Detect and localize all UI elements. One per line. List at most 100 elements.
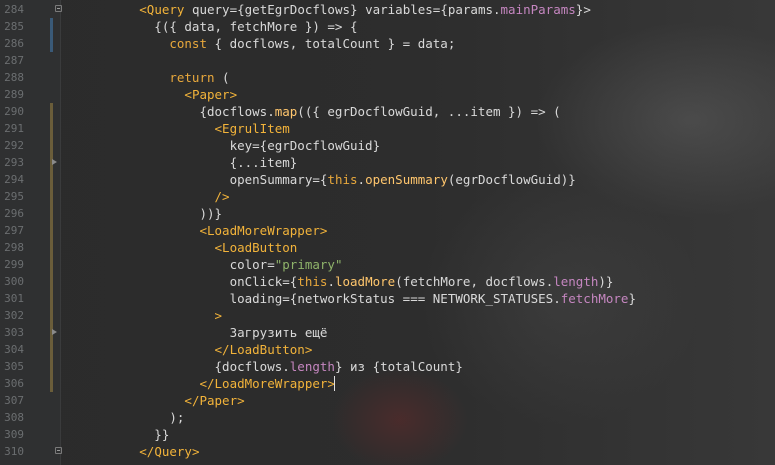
line-number: 292 [4,139,24,152]
code-line[interactable]: 285 {({ data, fetchMore }) => { [0,18,775,35]
code-text: openSummary={this.openSummary(egrDocflow… [64,171,576,188]
code-line[interactable]: 297 <LoadMoreWrapper> [0,222,775,239]
code-token: ); [64,410,185,425]
line-number: 286 [4,37,24,50]
change-marker[interactable] [50,35,53,52]
change-marker[interactable] [50,18,53,35]
code-line[interactable]: 295 /> [0,188,775,205]
code-token: {docflows. [64,104,275,119]
code-token: . [327,274,335,289]
change-marker[interactable] [50,171,53,188]
line-number: 297 [4,224,24,237]
code-token: } [628,291,636,306]
code-text: <LoadButton [64,239,298,256]
code-line[interactable]: 288 return ( [0,69,775,86]
code-token: variables [365,2,433,17]
line-number: 285 [4,20,24,33]
code-token: /> [214,189,230,204]
code-line[interactable]: 309 }} [0,426,775,443]
code-token: onClick [229,274,283,289]
code-line[interactable]: 287 [0,52,775,69]
code-line[interactable]: 301 loading={networkStatus === NETWORK_S… [0,290,775,307]
change-marker[interactable] [50,307,53,324]
code-line[interactable]: 306 </LoadMoreWrapper> [0,375,775,392]
code-line[interactable]: 284 <Query query={getEgrDocflows} variab… [0,1,775,18]
code-token: . [357,172,366,187]
code-token: length [553,274,599,289]
code-line[interactable]: 286 const { docflows, totalCount } = dat… [0,35,775,52]
code-token: this [327,172,358,187]
code-token: return [169,70,215,85]
line-number: 291 [4,122,24,135]
code-line[interactable]: 291 <EgrulItem [0,120,775,137]
change-marker[interactable] [50,375,53,392]
line-number: 299 [4,258,24,271]
change-marker[interactable] [50,137,53,154]
code-text: {...item} [64,154,298,171]
code-line[interactable]: 307 </Paper> [0,392,775,409]
fold-toggle-icon[interactable] [55,447,62,454]
gutter-arrow-icon[interactable] [52,329,57,335]
code-token: { docflows, totalCount } = data; [207,36,456,51]
code-text: key={egrDocflowGuid} [64,137,381,154]
code-line[interactable]: 302 > [0,307,775,324]
code-token: <LoadButton [214,240,298,255]
change-marker[interactable] [50,358,53,375]
gutter-arrow-icon[interactable] [52,159,57,165]
change-marker[interactable] [50,205,53,222]
code-text: <Paper> [64,86,237,103]
line-number: 305 [4,360,24,373]
code-line[interactable]: 290 {docflows.map(({ egrDocflowGuid, ...… [0,103,775,120]
change-marker[interactable] [50,290,53,307]
code-token: }> [575,2,591,17]
code-text: </Paper> [64,392,244,409]
code-line[interactable]: 303 Загрузить ещё [0,324,775,341]
change-marker[interactable] [50,239,53,256]
text-caret [333,376,335,391]
change-marker[interactable] [50,341,53,358]
change-marker[interactable] [50,120,53,137]
change-marker[interactable] [50,103,53,120]
fold-toggle-icon[interactable] [55,5,62,12]
code-line[interactable]: 308 ); [0,409,775,426]
change-marker[interactable] [50,222,53,239]
code-token: const [169,36,207,51]
change-marker[interactable] [50,188,53,205]
line-number: 293 [4,156,24,169]
code-token: mainParams [500,2,576,17]
code-text: const { docflows, totalCount } = data; [64,35,455,52]
code-line[interactable]: 294 openSummary={this.openSummary(egrDoc… [0,171,775,188]
code-token: this [297,274,328,289]
code-line[interactable]: 305 {docflows.length} из {totalCount} [0,358,775,375]
code-line[interactable]: 304 </LoadButton> [0,341,775,358]
code-line[interactable]: 296 ))} [0,205,775,222]
code-token: openSummary [365,172,448,187]
code-line[interactable]: 289 <Paper> [0,86,775,103]
code-token: }} [64,427,170,442]
code-editor[interactable]: 284 <Query query={getEgrDocflows} variab… [0,0,775,465]
code-line[interactable]: 292 key={egrDocflowGuid} [0,137,775,154]
code-text: }} [64,426,169,443]
code-line[interactable]: 298 <LoadButton [0,239,775,256]
code-token: fetchMore [560,291,629,306]
change-marker[interactable] [50,273,53,290]
code-line[interactable]: 310 </Query> [0,443,775,460]
code-line[interactable]: 293 {...item} [0,154,775,171]
code-line[interactable]: 300 onClick={this.loadMore(fetchMore, do… [0,273,775,290]
code-token: <Query [139,2,185,17]
change-marker[interactable] [50,256,53,273]
code-token: ={ [312,172,328,187]
code-line[interactable]: 299 color="primary" [0,256,775,273]
code-text: color="primary" [64,256,343,273]
